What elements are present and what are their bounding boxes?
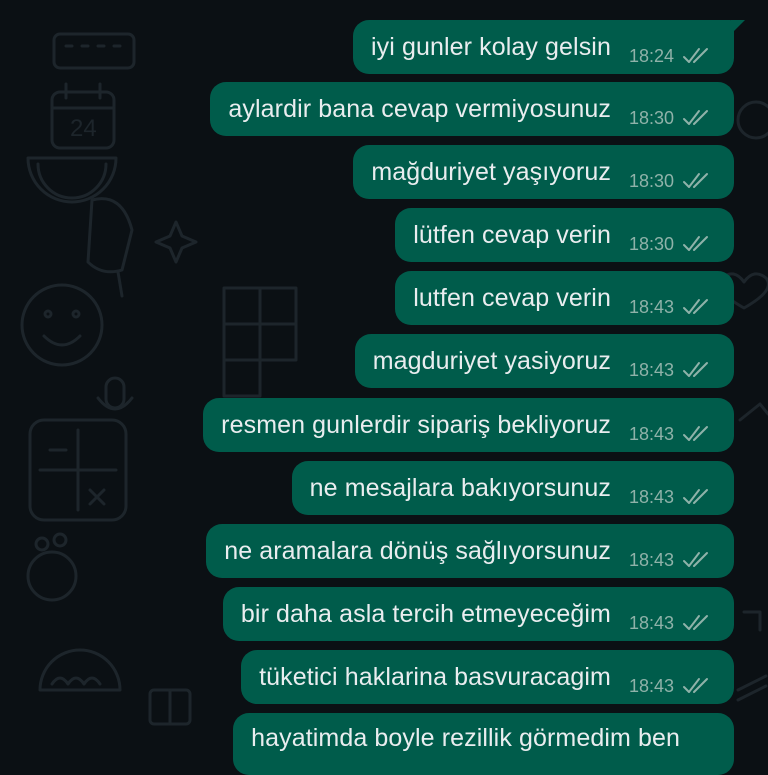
message-meta: 18:43 <box>629 550 712 571</box>
double-check-icon <box>683 678 708 693</box>
message-text: resmen gunlerdir sipariş bekliyoruz <box>221 410 611 439</box>
message-bubble[interactable]: mağduriyet yaşıyoruz 18:30 <box>353 145 734 199</box>
message-meta: 18:30 <box>629 108 712 129</box>
double-check-icon <box>683 489 708 504</box>
double-check-icon <box>683 615 708 630</box>
message-text: tüketici haklarina basvuracagim <box>259 662 611 691</box>
message-time: 18:24 <box>628 45 674 66</box>
message-text: hayatimda boyle rezillik görmedim ben <box>251 724 680 752</box>
double-check-icon <box>683 173 708 188</box>
bubble-tail <box>731 20 745 34</box>
message-bubble[interactable]: magduriyet yasiyoruz 18:43 <box>354 334 734 388</box>
message-meta: 18:43 <box>629 676 712 697</box>
message-bubble[interactable]: tüketici haklarina basvuracagim 18:43 <box>241 650 734 704</box>
message-bubble[interactable]: lütfen cevap verin 18:30 <box>395 208 734 262</box>
message-text: lütfen cevap verin <box>413 220 611 249</box>
message-list[interactable]: iyi gunler kolay gelsin 18:24 aylardir b… <box>0 0 768 775</box>
message-time: 18:43 <box>628 423 674 444</box>
message-bubble[interactable]: iyi gunler kolay gelsin 18:24 <box>353 20 745 74</box>
message-bubble[interactable]: bir daha asla tercih etmeyeceğim 18:43 <box>222 587 734 641</box>
message-text: aylardir bana cevap vermiyosunuz <box>228 94 611 123</box>
message-bubble[interactable]: ne aramalara dönüş sağlıyorsunuz 18:43 <box>206 524 734 578</box>
message-time: 18:43 <box>628 359 674 380</box>
message-bubble[interactable]: hayatimda boyle rezillik görmedim ben <box>233 713 734 775</box>
message-time: 18:43 <box>628 296 674 317</box>
message-time: 18:43 <box>628 675 674 696</box>
message-bubble[interactable]: ne mesajlara bakıyorsunuz 18:43 <box>291 461 734 515</box>
double-check-icon <box>683 362 708 377</box>
message-bubble[interactable]: resmen gunlerdir sipariş bekliyoruz 18:4… <box>203 398 734 452</box>
message-time: 18:43 <box>628 549 674 570</box>
message-meta: 18:43 <box>629 424 712 445</box>
message-meta: 18:30 <box>629 234 712 255</box>
double-check-icon <box>683 110 708 125</box>
message-time: 18:43 <box>628 486 674 507</box>
message-meta: 18:24 <box>629 46 712 67</box>
double-check-icon <box>683 236 708 251</box>
message-text: ne mesajlara bakıyorsunuz <box>309 473 611 502</box>
double-check-icon <box>683 552 708 567</box>
message-time: 18:43 <box>628 612 674 633</box>
message-meta: 18:43 <box>629 360 712 381</box>
message-text: bir daha asla tercih etmeyeceğim <box>240 599 611 628</box>
message-meta: 18:43 <box>629 613 712 634</box>
message-meta: 18:43 <box>629 297 712 318</box>
message-text: mağduriyet yaşıyoruz <box>371 157 611 186</box>
message-time: 18:30 <box>628 107 674 128</box>
message-bubble[interactable]: aylardir bana cevap vermiyosunuz 18:30 <box>210 82 734 136</box>
message-time: 18:30 <box>628 233 674 254</box>
message-text: magduriyet yasiyoruz <box>372 346 611 375</box>
message-meta: 18:30 <box>629 171 712 192</box>
message-text: ne aramalara dönüş sağlıyorsunuz <box>224 536 611 565</box>
message-bubble[interactable]: lutfen cevap verin 18:43 <box>395 271 734 325</box>
double-check-icon <box>683 299 708 314</box>
message-time: 18:30 <box>628 170 674 191</box>
message-text: lutfen cevap verin <box>413 283 611 312</box>
double-check-icon <box>683 426 708 441</box>
message-text: iyi gunler kolay gelsin <box>371 32 611 61</box>
message-meta: 18:43 <box>629 487 712 508</box>
double-check-icon <box>683 48 708 63</box>
